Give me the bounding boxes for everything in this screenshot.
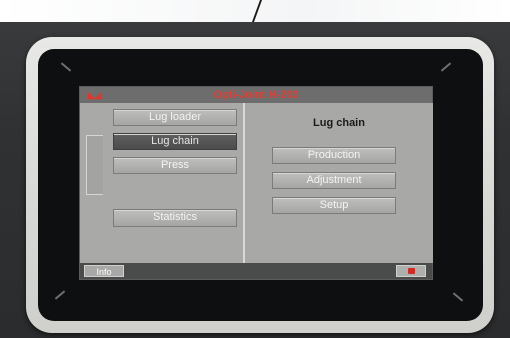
title-bar: ◣◢ Opti-Joint H-200 (80, 87, 432, 103)
stop-button[interactable] (396, 265, 426, 277)
right-content-panel: Lug chain Production Adjustment Setup (244, 103, 433, 263)
window-title: Opti-Joint H-200 (213, 89, 299, 101)
background-line (251, 0, 263, 22)
adjustment-button[interactable]: Adjustment (272, 172, 396, 189)
hmi-screen: ◣◢ Opti-Joint H-200 Lug loader Lug chain… (79, 86, 433, 280)
menu-item-lug-loader[interactable]: Lug loader (113, 109, 237, 126)
menu-selection-tab (86, 135, 103, 195)
status-bar: Info (80, 263, 432, 279)
production-button[interactable]: Production (272, 147, 396, 164)
info-button[interactable]: Info (84, 265, 124, 277)
setup-button[interactable]: Setup (272, 197, 396, 214)
menu-item-press[interactable]: Press (113, 157, 237, 174)
background-wall (0, 0, 510, 22)
menu-item-lug-chain[interactable]: Lug chain (113, 133, 237, 150)
left-menu-panel: Lug loader Lug chain Press Statistics (80, 103, 244, 263)
menu-item-statistics[interactable]: Statistics (113, 209, 237, 227)
stop-icon (408, 268, 415, 274)
section-heading: Lug chain (313, 117, 365, 129)
device-photo: ◣◢ Opti-Joint H-200 Lug loader Lug chain… (0, 0, 510, 338)
